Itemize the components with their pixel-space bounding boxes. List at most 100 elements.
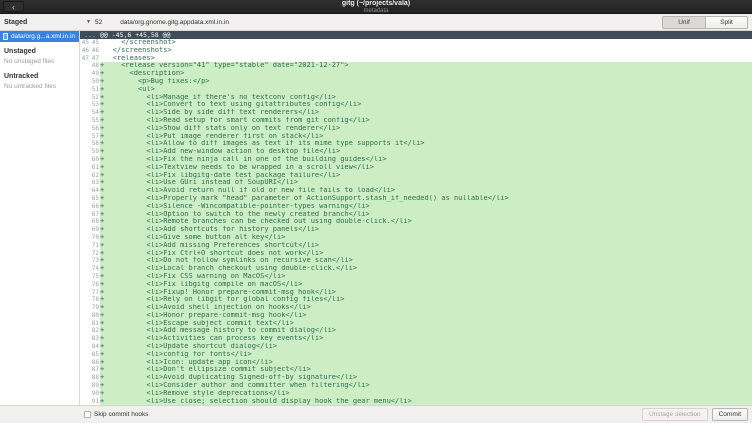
diff-line[interactable]: 52+ <li>Manage if there's no textconv co… [80, 94, 752, 102]
diff-line[interactable]: 56+ <li>Show diff stats only on text ren… [80, 125, 752, 133]
diff-view-switcher: Unif Split [662, 16, 748, 29]
diff-line-code: + <li>Manage if there's no textconv conf… [100, 94, 752, 102]
back-button[interactable]: ‹ [3, 1, 24, 12]
footer-buttons: Unstage selection Commit [642, 408, 748, 421]
diff-line[interactable]: 89+ <li>Consider author and committer wh… [80, 382, 752, 390]
diff-line[interactable]: 84+ <li>Update shortcut dialog</li> [80, 343, 752, 351]
diff-line[interactable]: 60+ <li>Fix the ninja call in one of the… [80, 156, 752, 164]
new-line-number: 70 [90, 234, 100, 242]
diff-line[interactable]: 75+ <li>Fix CSS warning on MacOS</li> [80, 273, 752, 281]
diff-line[interactable]: 64+ <li>Avoid return null if old or new … [80, 187, 752, 195]
old-line-number [80, 273, 90, 281]
unstaged-empty-label: No unstaged files [0, 56, 79, 67]
diff-line-code: + <li>Do not follow symlinks on recursiv… [100, 257, 752, 265]
diff-line[interactable]: 72+ <li>Fix Ctrl+O shortcut does not wor… [80, 250, 752, 258]
diff-line[interactable]: 83+ <li>Activities can process key event… [80, 335, 752, 343]
old-line-number [80, 218, 90, 226]
diff-line-code: + <li>Icon: update app icon</li> [100, 359, 752, 367]
diff-line[interactable]: 77+ <li>Fixup! Honor prepare-commit-msg … [80, 289, 752, 297]
diff-line[interactable]: 62+ <li>Fix libgitg-date test package fa… [80, 172, 752, 180]
diff-line-code: + <li>Remote branches can be checked out… [100, 218, 752, 226]
diff-line[interactable]: 78+ <li>Rely on libgit for global config… [80, 296, 752, 304]
diff-line-code: + <li>Side by side diff text renderers</… [100, 109, 752, 117]
checkbox-box-icon[interactable] [84, 411, 91, 418]
new-line-number: 85 [90, 351, 100, 359]
new-line-number: 57 [90, 133, 100, 141]
diff-line[interactable]: 61+ <li>Textview needs to be wrapped in … [80, 164, 752, 172]
staged-file-item[interactable]: data/org.g...a.xml.in.in [0, 31, 79, 42]
diff-line[interactable]: 73+ <li>Do not follow symlinks on recurs… [80, 257, 752, 265]
diff-line[interactable]: 67+ <li>Option to switch to the newly cr… [80, 211, 752, 219]
diff-line[interactable]: 63+ <li>Use GUri instead of SoupURI</li> [80, 179, 752, 187]
diff-line[interactable]: 79+ <li>Avoid shell injection on hooks</… [80, 304, 752, 312]
diff-line[interactable]: 4646 </screenshots> [80, 47, 752, 55]
new-line-number: 78 [90, 296, 100, 304]
staged-section-header: Staged [0, 19, 80, 26]
diff-line[interactable]: 4545 </screenshot> [80, 39, 752, 47]
diff-line[interactable]: 57+ <li>Put image renderer first on stac… [80, 133, 752, 141]
old-line-number [80, 398, 90, 405]
old-line-number [80, 382, 90, 390]
skip-commit-hooks-checkbox[interactable]: Skip commit hooks [84, 411, 149, 418]
diff-line[interactable]: 49+ <description> [80, 70, 752, 78]
commit-files-sidebar: data/org.g...a.xml.in.in Unstaged No uns… [0, 31, 80, 405]
new-line-number: 54 [90, 109, 100, 117]
diff-line[interactable]: 86+ <li>Icon: update app icon</li> [80, 359, 752, 367]
diff-line[interactable]: 88+ <li>Avoid duplicating Signed-off-by … [80, 374, 752, 382]
diff-line[interactable]: 85+ <li>config for fonts</li> [80, 351, 752, 359]
new-line-number: 82 [90, 327, 100, 335]
diff-line[interactable]: 87+ <li>Don't ellipsize commit subject</… [80, 366, 752, 374]
diff-file-path: data/org.gnome.gitg.appdata.xml.in.in [120, 19, 229, 26]
diff-line[interactable]: 90+ <li>Remove style deprecations</li> [80, 390, 752, 398]
diff-view[interactable]: ... @@ -45,6 +45,58 @@ 4545 </screenshot… [80, 31, 752, 405]
new-line-number: 55 [90, 117, 100, 125]
diff-line[interactable]: 58+ <li>Allow to diff images as text if … [80, 140, 752, 148]
new-line-number: 46 [90, 47, 100, 55]
old-line-number [80, 203, 90, 211]
unstage-selection-button[interactable]: Unstage selection [642, 408, 708, 421]
new-line-number: 64 [90, 187, 100, 195]
diff-line-code: + <li>Textview needs to be wrapped in a … [100, 164, 752, 172]
back-icon: ‹ [12, 2, 15, 12]
old-line-number [80, 86, 90, 94]
diff-line-code: </screenshots> [100, 47, 752, 55]
diff-line[interactable]: 55+ <li>Read setup for smart commits fro… [80, 117, 752, 125]
skip-commit-hooks-label: Skip commit hooks [94, 411, 149, 418]
diff-line[interactable]: 74+ <li>Local branch checkout using doub… [80, 265, 752, 273]
file-icon [3, 33, 8, 40]
old-line-number [80, 94, 90, 102]
commit-button[interactable]: Commit [712, 408, 748, 421]
diff-line[interactable]: 68+ <li>Remote branches can be checked o… [80, 218, 752, 226]
new-line-number: 89 [90, 382, 100, 390]
diff-line[interactable]: 76+ <li>Fix libgitg compile on macOS</li… [80, 281, 752, 289]
diff-line[interactable]: 59+ <li>Add new-window action to desktop… [80, 148, 752, 156]
diff-line[interactable]: 66+ <li>Silence -Wincompatible-pointer-t… [80, 203, 752, 211]
old-line-number [80, 70, 90, 78]
diff-collapse-expander-icon[interactable]: ▼ [86, 19, 91, 25]
new-line-number: 52 [90, 94, 100, 102]
diff-line[interactable]: 81+ <li>Escape subject commit text</li> [80, 320, 752, 328]
diff-line[interactable]: 51+ <ul> [80, 86, 752, 94]
diff-line[interactable]: 69+ <li>Add shortcuts for history panels… [80, 226, 752, 234]
hunk-header[interactable]: ... @@ -45,6 +45,58 @@ [80, 31, 752, 39]
split-view-button[interactable]: Split [705, 16, 748, 29]
diff-line[interactable]: 53+ <li>Convert to text using gitattribu… [80, 101, 752, 109]
old-line-number: 46 [80, 47, 90, 55]
new-line-number: 90 [90, 390, 100, 398]
diff-line[interactable]: 48+ <release version="41" type="stable" … [80, 62, 752, 70]
unified-view-button[interactable]: Unif [662, 16, 705, 29]
diff-line[interactable]: 50+ <p>Bug fixes:</p> [80, 78, 752, 86]
diff-line[interactable]: 71+ <li>Add missing Preferences shortcut… [80, 242, 752, 250]
diff-line-code: + <li>Avoid duplicating Signed-off-by si… [100, 374, 752, 382]
diff-line[interactable]: 70+ <li>Give some button alt key</li> [80, 234, 752, 242]
gitg-window: ‹ gitg (~/projects/vala) metadata Staged… [0, 0, 752, 423]
diff-line[interactable]: 4747 <releases> [80, 55, 752, 63]
diff-line-code: + <li>Avoid return null if old or new fi… [100, 187, 752, 195]
diff-line[interactable]: 54+ <li>Side by side diff text renderers… [80, 109, 752, 117]
new-line-number: 56 [90, 125, 100, 133]
diff-line[interactable]: 91+ <li>Use close; selection should disp… [80, 398, 752, 405]
diff-line[interactable]: 80+ <li>Honor prepare-commit-msg hook</l… [80, 312, 752, 320]
diff-line[interactable]: 65+ <li>Properly mark "head" parameter o… [80, 195, 752, 203]
diff-line-code: + <li>Update shortcut dialog</li> [100, 343, 752, 351]
diff-line[interactable]: 82+ <li>Add message history to commit di… [80, 327, 752, 335]
